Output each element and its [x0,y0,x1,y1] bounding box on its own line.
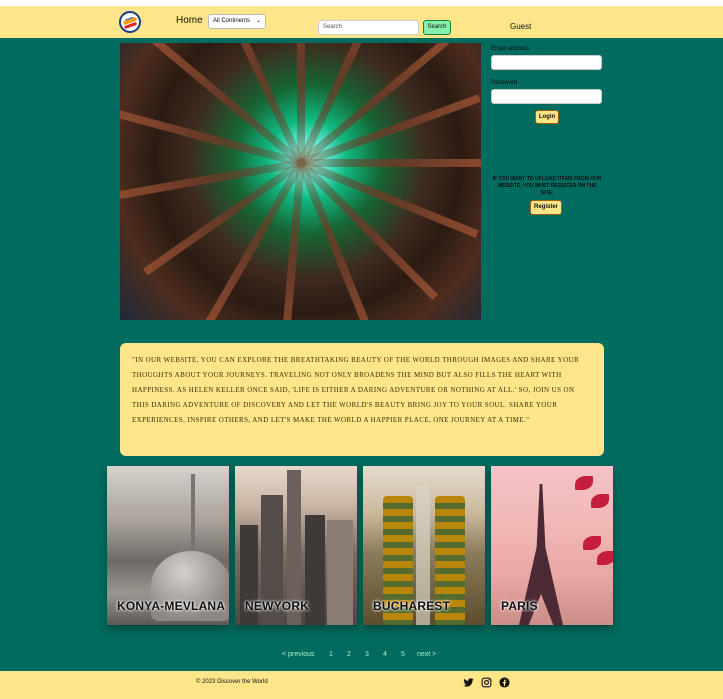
city-card-bucharest[interactable]: BUCHAREST [363,466,485,625]
instagram-icon[interactable] [481,677,492,688]
continent-select-value: All Continents [213,18,251,24]
user-status: Guest [510,22,532,31]
main-content: Email address Password Login IF YOU WANT… [0,38,723,671]
continent-select[interactable]: All Continents ⌄ [208,14,266,29]
twitter-icon[interactable] [463,677,474,688]
email-label: Email address [491,46,530,52]
email-field[interactable] [491,55,602,70]
pagination-page[interactable]: 1 [329,651,333,658]
chevron-down-icon: ⌄ [255,18,261,24]
login-button[interactable]: Login [535,110,559,124]
password-field[interactable] [491,89,602,104]
city-card-paris[interactable]: PARIS [491,466,613,625]
city-card-label: KONYA-MEVLANA [117,599,226,613]
pagination-next[interactable]: next > [417,651,436,658]
pagination-page[interactable]: 5 [401,651,405,658]
pagination-page[interactable]: 3 [365,651,369,658]
register-button[interactable]: Register [530,200,562,215]
city-card-label: BUCHAREST [373,599,451,613]
search-placeholder: Search [323,24,343,30]
top-navbar: Home All Continents ⌄ Search Search Gues… [0,6,723,38]
city-card-konya[interactable]: KONYA-MEVLANA [107,466,229,625]
site-logo[interactable] [119,11,141,33]
copyright-text: © 2023 Discover the World [196,679,268,685]
search-button[interactable]: Search [423,20,451,35]
home-link[interactable]: Home [176,15,203,26]
login-form: Email address Password [491,46,602,104]
register-note: IF YOU WANT TO UPLOAD ITEMS FROM OUR WEB… [492,176,602,196]
password-label: Password [491,80,518,86]
city-card-label: NEWYORK [245,599,310,613]
footer: © 2023 Discover the World [0,671,723,699]
facebook-icon[interactable] [499,677,510,688]
city-card-label: PARIS [501,599,538,613]
pagination-previous[interactable]: < previous [282,651,315,658]
hero-forest-image [120,43,481,320]
pagination-page[interactable]: 4 [383,651,387,658]
pagination-page[interactable]: 2 [347,651,351,658]
search-input[interactable]: Search [318,20,419,35]
city-card-newyork[interactable]: NEWYORK [235,466,357,625]
quote-box: "In our website, you can explore the bre… [120,343,604,456]
